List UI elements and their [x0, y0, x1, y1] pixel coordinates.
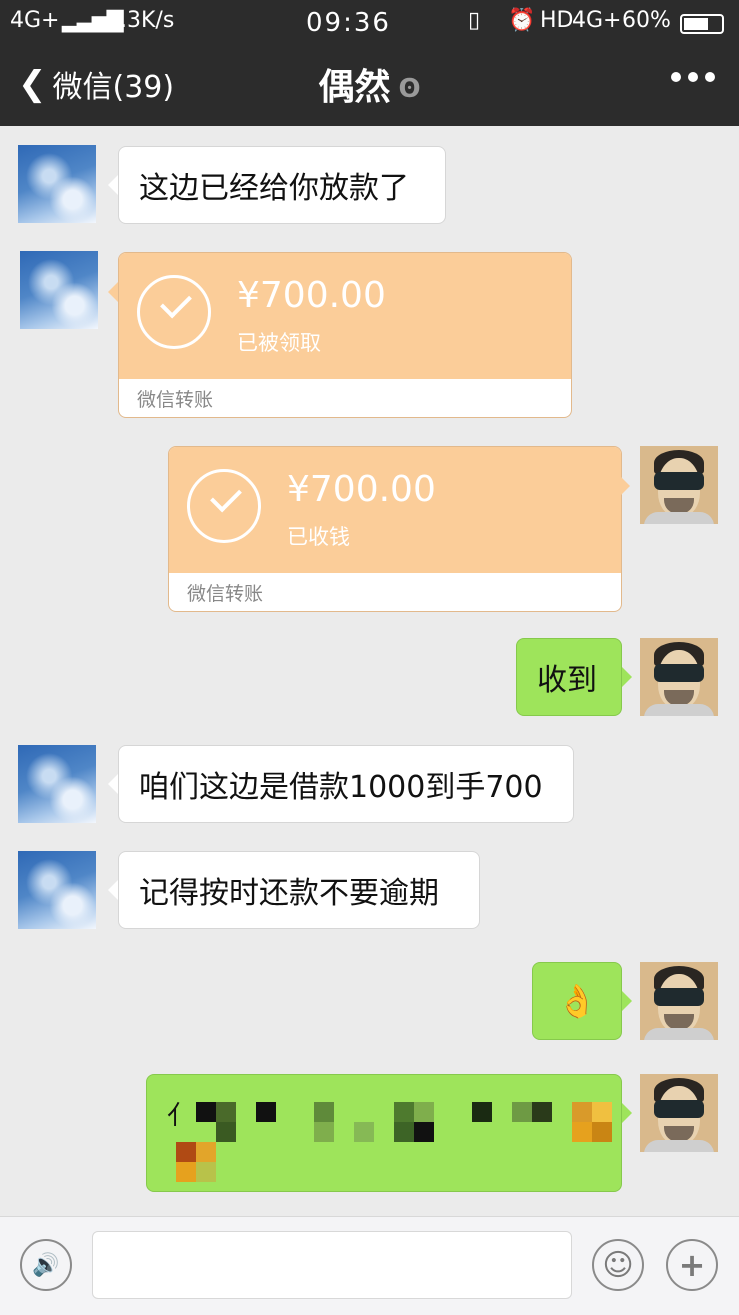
transfer-amount: ¥700.00: [287, 469, 436, 510]
voice-icon: 🔊: [32, 1252, 60, 1278]
transfer-status: 已收钱: [287, 525, 350, 549]
voice-input-button[interactable]: 🔊: [20, 1239, 72, 1291]
message-text: 亻: [167, 1101, 194, 1131]
network2-indicator: 4G+: [572, 8, 622, 33]
transfer-card[interactable]: ¥700.00 已收钱 微信转账: [168, 446, 622, 612]
transfer-status: 已被领取: [237, 331, 321, 355]
top-bar: 4G+ ▂▃▅▇ 4.3K/s 09:36 ▯ ⏰ HD 4G+ 60% ❮ 微…: [0, 0, 739, 126]
my-avatar[interactable]: [640, 638, 718, 716]
chat-title: 偶然: [318, 67, 391, 108]
battery-level: 60%: [622, 8, 671, 33]
message-text: 收到: [537, 663, 597, 698]
contact-avatar[interactable]: [18, 851, 96, 929]
more-actions-button[interactable]: +: [666, 1239, 718, 1291]
chat-title-area: 偶然 ʘ: [0, 58, 739, 110]
vibrate-icon: ▯: [468, 8, 481, 33]
contact-avatar[interactable]: [18, 145, 96, 223]
clock: 09:36: [306, 8, 391, 38]
message-bubble[interactable]: 记得按时还款不要逾期: [108, 851, 480, 929]
emoji-button[interactable]: ☺: [592, 1239, 644, 1291]
message-text: 这边已经给你放款了: [139, 171, 409, 206]
check-circle-icon: [187, 469, 261, 543]
message-bubble[interactable]: 这边已经给你放款了: [108, 146, 446, 224]
transfer-amount: ¥700.00: [237, 275, 386, 316]
message-bubble[interactable]: 咱们这边是借款1000到手700: [108, 745, 574, 823]
alarm-icon: ⏰: [508, 8, 536, 33]
contact-avatar[interactable]: [18, 745, 96, 823]
contact-avatar[interactable]: [20, 251, 98, 329]
ear-icon: ʘ: [398, 74, 421, 104]
message-text: 记得按时还款不要逾期: [139, 876, 439, 911]
hd-indicator: HD: [540, 8, 574, 33]
check-circle-icon: [137, 275, 211, 349]
my-avatar[interactable]: [640, 1074, 718, 1152]
more-button[interactable]: [671, 72, 715, 82]
transfer-footer: 微信转账: [187, 583, 264, 605]
message-input[interactable]: [92, 1231, 572, 1299]
message-bubble[interactable]: 收到: [516, 638, 632, 716]
plus-icon: +: [678, 1246, 706, 1284]
ok-hand-emoji: 👌: [557, 982, 597, 1020]
battery-icon: [680, 14, 724, 34]
smiley-icon: ☺: [602, 1247, 634, 1283]
message-text: 咱们这边是借款1000到手700: [139, 770, 543, 805]
network-speed: 4.3K/s: [106, 8, 175, 33]
input-bar: 🔊 ☺ +: [0, 1216, 739, 1315]
transfer-card[interactable]: ¥700.00 已被领取 微信转账: [118, 252, 572, 418]
message-bubble[interactable]: 👌: [532, 962, 632, 1040]
network-indicator: 4G+: [10, 8, 60, 33]
transfer-footer: 微信转账: [137, 389, 214, 411]
my-avatar[interactable]: [640, 962, 718, 1040]
